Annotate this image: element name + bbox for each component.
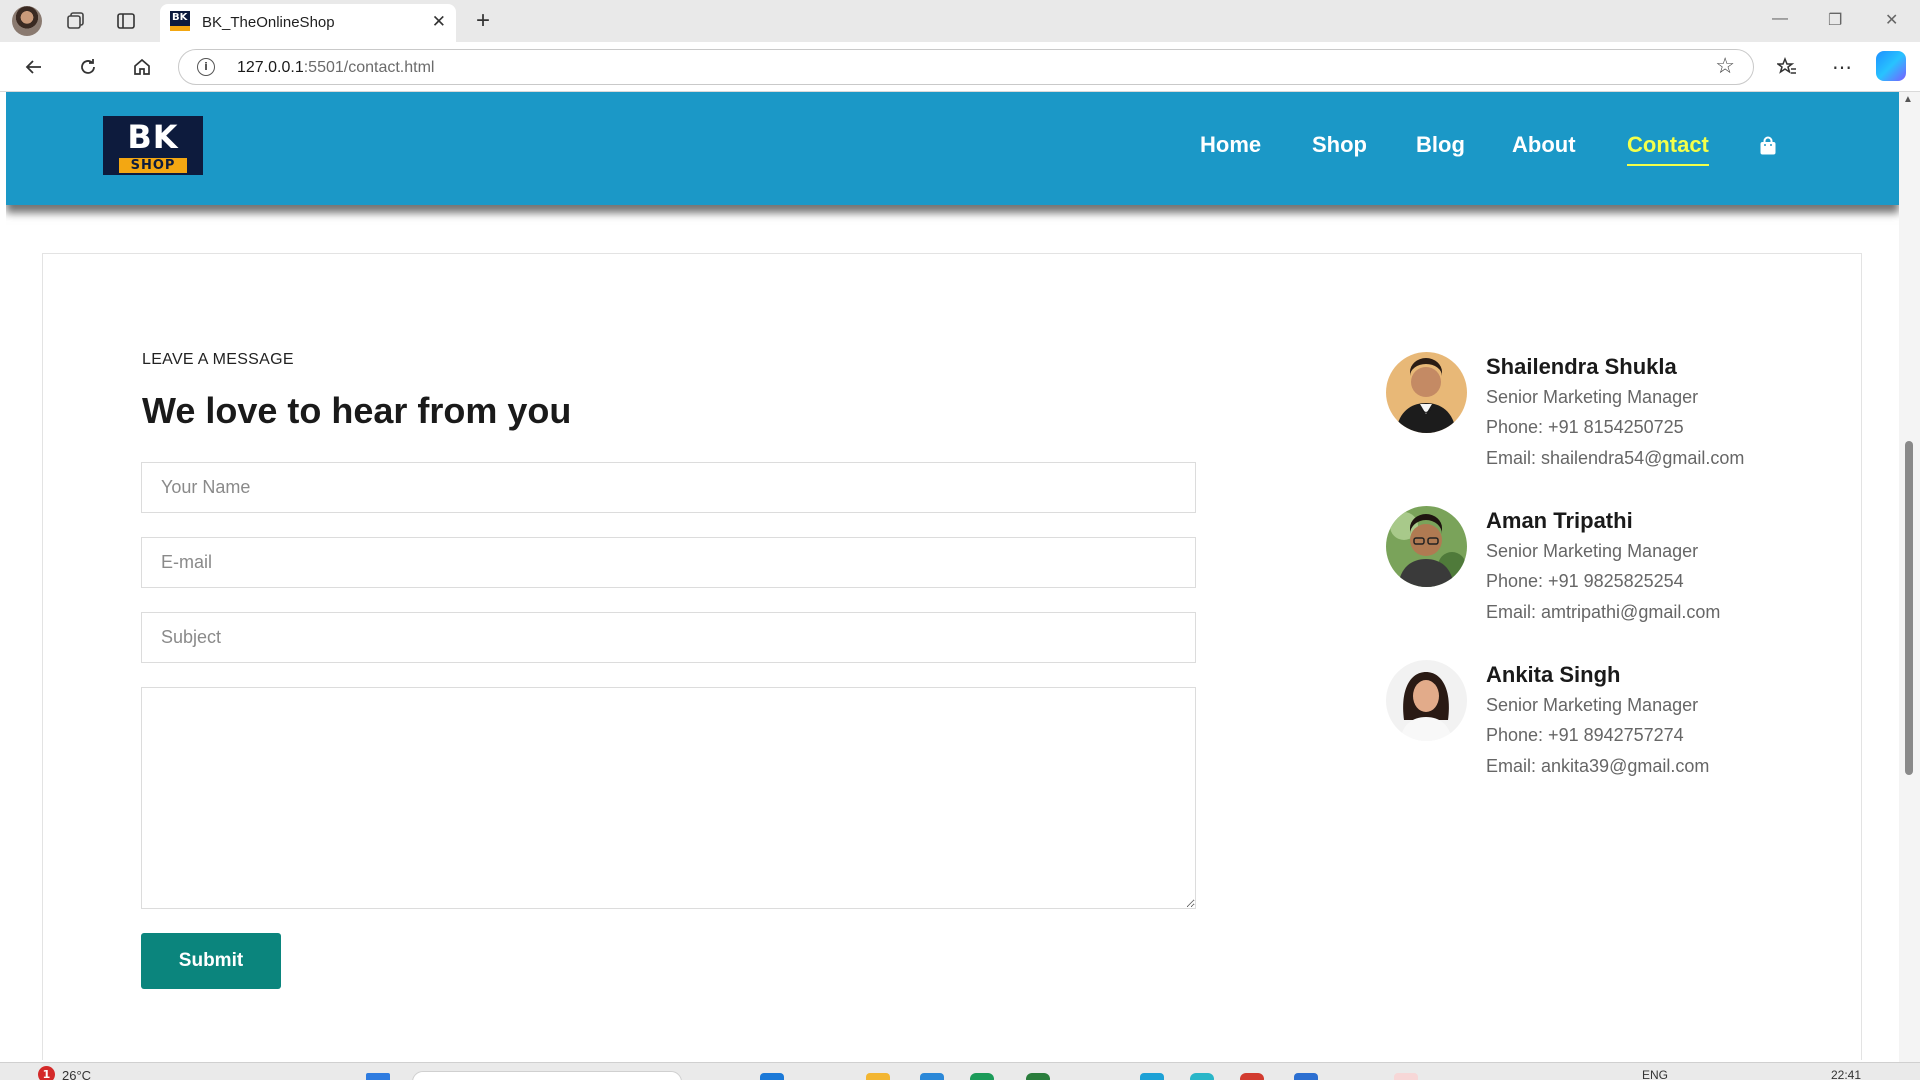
- browser-toolbar: i 127.0.0.1:5501/contact.html ☆ ⋯: [0, 42, 1920, 92]
- restore-icon[interactable]: ❐: [1828, 10, 1842, 30]
- team-member: Ankita Singh Senior Marketing Manager Ph…: [1386, 660, 1786, 790]
- member-phone: Phone: +91 8154250725: [1486, 417, 1684, 437]
- site-logo[interactable]: BK SHOP: [103, 116, 203, 175]
- address-bar[interactable]: i 127.0.0.1:5501/contact.html ☆: [178, 49, 1754, 85]
- url-text: 127.0.0.1:5501/contact.html: [237, 59, 434, 77]
- tab-active[interactable]: BK BK_TheOnlineShop ✕: [160, 4, 456, 42]
- os-taskbar: 1 26°C ENG 22:41: [0, 1062, 1920, 1080]
- profile-avatar[interactable]: [12, 6, 42, 36]
- section-eyebrow: LEAVE A MESSAGE: [142, 351, 294, 368]
- more-options-icon[interactable]: ⋯: [1827, 52, 1857, 82]
- shopping-bag-icon[interactable]: [1759, 136, 1777, 156]
- favorite-star-icon[interactable]: ☆: [1715, 53, 1735, 79]
- avatar: [1386, 660, 1467, 741]
- tab-close-icon[interactable]: ✕: [432, 12, 446, 32]
- language-indicator[interactable]: ENG: [1642, 1068, 1668, 1080]
- close-window-icon[interactable]: ✕: [1885, 10, 1898, 30]
- scroll-thumb[interactable]: [1905, 441, 1913, 775]
- refresh-icon[interactable]: [73, 52, 103, 82]
- nav-about[interactable]: About: [1512, 132, 1576, 158]
- avatar: [1386, 352, 1467, 433]
- member-phone: Phone: +91 9825825254: [1486, 571, 1684, 591]
- page-scrollbar[interactable]: ▲: [1899, 92, 1920, 1062]
- url-host: 127.0.0.1: [237, 59, 304, 76]
- taskbar-app-icon[interactable]: [970, 1073, 994, 1080]
- start-icon[interactable]: [366, 1073, 390, 1080]
- weather-temperature[interactable]: 26°C: [62, 1068, 91, 1080]
- taskbar-app-icon[interactable]: [1294, 1073, 1318, 1080]
- tab-title: BK_TheOnlineShop: [202, 14, 335, 31]
- notification-badge: 1: [38, 1066, 55, 1080]
- team-member: Aman Tripathi Senior Marketing Manager P…: [1386, 506, 1786, 636]
- taskbar-app-icon[interactable]: [1026, 1073, 1050, 1080]
- taskbar-app-icon[interactable]: [1140, 1073, 1164, 1080]
- taskbar-app-icon[interactable]: [760, 1073, 784, 1080]
- favicon-text: BK: [172, 12, 188, 23]
- new-tab-icon[interactable]: +: [468, 6, 498, 36]
- browser-tab-strip: BK BK_TheOnlineShop ✕ + — ❐ ✕: [0, 0, 1920, 42]
- nav-home[interactable]: Home: [1200, 132, 1261, 158]
- clock[interactable]: 22:41: [1831, 1068, 1861, 1080]
- taskbar-app-icon[interactable]: [1394, 1073, 1418, 1080]
- home-icon[interactable]: [127, 52, 157, 82]
- site-info-icon[interactable]: i: [197, 58, 215, 76]
- site-header: BK SHOP Home Shop Blog About Contact: [6, 92, 1899, 205]
- page-viewport: BK SHOP Home Shop Blog About Contact LEA…: [6, 92, 1899, 1060]
- url-path: :5501/contact.html: [303, 59, 435, 76]
- nav-contact[interactable]: Contact: [1627, 132, 1709, 166]
- member-name: Aman Tripathi: [1486, 508, 1633, 533]
- vertical-tabs-icon[interactable]: [111, 6, 141, 36]
- back-icon[interactable]: [19, 52, 49, 82]
- member-email: Email: amtripathi@gmail.com: [1486, 602, 1721, 622]
- member-email: Email: ankita39@gmail.com: [1486, 756, 1710, 776]
- name-input[interactable]: [141, 462, 1196, 513]
- submit-button[interactable]: Submit: [141, 933, 281, 989]
- team-member: Shailendra Shukla Senior Marketing Manag…: [1386, 352, 1786, 482]
- nav-blog[interactable]: Blog: [1416, 132, 1465, 158]
- taskbar-app-icon[interactable]: [920, 1073, 944, 1080]
- email-input[interactable]: [141, 537, 1196, 588]
- minimize-icon[interactable]: —: [1772, 10, 1788, 28]
- avatar: [1386, 506, 1467, 587]
- nav-shop[interactable]: Shop: [1312, 132, 1367, 158]
- subject-input[interactable]: [141, 612, 1196, 663]
- site-favicon: BK: [170, 11, 190, 31]
- workspaces-icon[interactable]: [61, 6, 91, 36]
- section-headline: We love to hear from you: [142, 390, 572, 431]
- member-role: Senior Marketing Manager: [1486, 695, 1699, 715]
- copilot-icon[interactable]: [1876, 51, 1906, 81]
- favorites-icon[interactable]: [1772, 52, 1802, 82]
- taskbar-app-icon[interactable]: [1240, 1073, 1264, 1080]
- logo-bk-text: BK: [127, 118, 179, 156]
- member-phone: Phone: +91 8942757274: [1486, 725, 1684, 745]
- scroll-up-icon[interactable]: ▲: [1903, 94, 1913, 105]
- logo-shop-text: SHOP: [119, 158, 187, 173]
- taskbar-search[interactable]: [412, 1071, 682, 1080]
- taskbar-app-icon[interactable]: [1190, 1073, 1214, 1080]
- message-textarea[interactable]: [141, 687, 1196, 909]
- member-name: Shailendra Shukla: [1486, 354, 1677, 379]
- member-role: Senior Marketing Manager: [1486, 387, 1699, 407]
- taskbar-app-icon[interactable]: [866, 1073, 890, 1080]
- member-email: Email: shailendra54@gmail.com: [1486, 448, 1745, 468]
- member-role: Senior Marketing Manager: [1486, 541, 1699, 561]
- member-name: Ankita Singh: [1486, 662, 1621, 687]
